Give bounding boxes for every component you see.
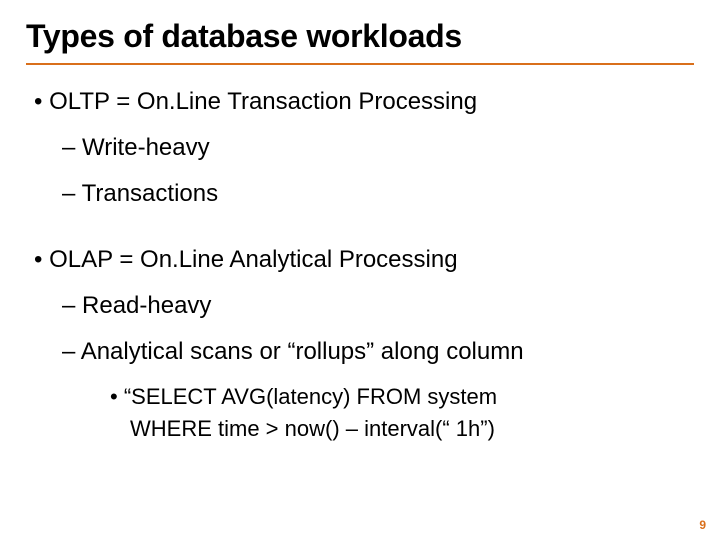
bullet-oltp-sub1: Write-heavy xyxy=(62,133,694,163)
bullet-olap-example-line2: WHERE time > now() – interval(“ 1h”) xyxy=(130,415,694,443)
page-number: 9 xyxy=(699,518,706,532)
slide: Types of database workloads OLTP = On.Li… xyxy=(0,0,720,540)
slide-title: Types of database workloads xyxy=(26,18,694,61)
bullet-olap-example-line1: “SELECT AVG(latency) FROM system xyxy=(110,383,694,411)
slide-content: OLTP = On.Line Transaction Processing Wr… xyxy=(26,65,694,442)
bullet-olap-sub2: Analytical scans or “rollups” along colu… xyxy=(62,337,694,367)
bullet-olap-sub1: Read-heavy xyxy=(62,291,694,321)
bullet-oltp: OLTP = On.Line Transaction Processing xyxy=(34,87,694,117)
bullet-olap: OLAP = On.Line Analytical Processing xyxy=(34,245,694,275)
bullet-oltp-sub2: Transactions xyxy=(62,179,694,209)
